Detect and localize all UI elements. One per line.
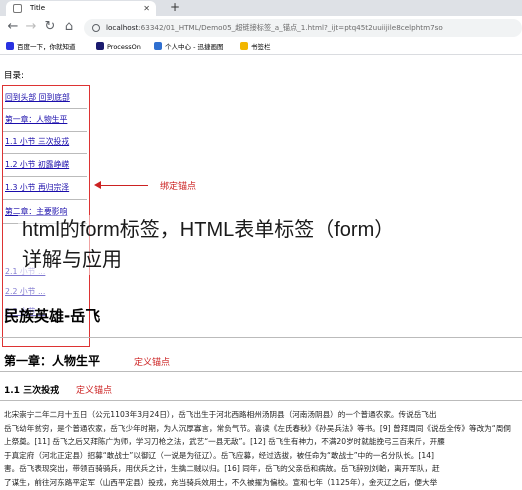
close-tab-icon[interactable]: ✕ <box>143 1 150 16</box>
divider <box>0 400 522 401</box>
browser-titlebar: Title ✕ + <box>0 0 522 16</box>
toc-link-2-2[interactable]: 2.2 小节 ... <box>5 286 45 297</box>
browser-toolbar: ← → ↻ ⌂ localhost:63342/01_HTML/Demo05_超… <box>0 16 522 40</box>
forward-icon[interactable]: → <box>22 18 40 36</box>
divider <box>3 176 87 177</box>
page-icon <box>13 4 22 13</box>
folder-icon <box>240 42 248 50</box>
divider <box>3 108 87 109</box>
article-paragraph: 北宋崇宁二年二月十五日（公元1103年3月24日），岳飞出生于河北西路相州汤阴县… <box>4 410 511 487</box>
toc-link-1-1[interactable]: 1.1 小节 三次投戎 <box>5 136 69 147</box>
back-icon[interactable]: ← <box>4 18 22 36</box>
processon-icon <box>96 42 104 50</box>
annotation-define-anchor: 定义锚点 <box>134 358 171 368</box>
divider <box>3 153 87 154</box>
tab-title: Title <box>30 4 46 12</box>
bookmark-baidu[interactable]: 百度一下，你就知道 <box>6 40 76 54</box>
toc-link-1-2[interactable]: 1.2 小节 初露峥嵘 <box>5 159 69 170</box>
paw-icon <box>6 42 14 50</box>
page-heading: 民族英雄-岳飞 <box>4 307 101 325</box>
url-text: localhost:63342/01_HTML/Demo05_超链接标签_a_锚… <box>106 23 443 32</box>
bookmark-xunjie[interactable]: 个人中心 - 迅捷画图 <box>154 40 223 54</box>
annotation-bind-anchor: 绑定锚点 <box>160 182 197 192</box>
page-content: 目录: 回到头部 回到底部 第一章：人物生平 1.1 小节 三次投戎 1.2 小… <box>0 55 522 490</box>
divider <box>3 199 87 200</box>
info-icon[interactable] <box>92 24 100 32</box>
browser-tab[interactable]: Title ✕ <box>6 1 156 16</box>
toc-link-chapter1[interactable]: 第一章：人物生平 <box>5 114 67 125</box>
divider <box>3 131 87 132</box>
annotation-define-anchor-2: 定义锚点 <box>76 386 113 396</box>
person-icon <box>154 42 162 50</box>
bookmark-folder[interactable]: 书签栏 <box>240 40 271 54</box>
annotation-arrow <box>94 181 148 189</box>
bookmark-processon[interactable]: ProcessOn <box>96 40 141 54</box>
divider <box>0 371 522 372</box>
new-tab-icon[interactable]: + <box>170 0 180 15</box>
toc-label: 目录: <box>4 71 24 81</box>
chapter-heading: 第一章：人物生平 <box>4 354 101 368</box>
divider <box>0 337 522 338</box>
bookmarks-bar: 百度一下，你就知道 ProcessOn 个人中心 - 迅捷画图 书签栏 <box>0 40 522 55</box>
reload-icon[interactable]: ↻ <box>41 18 59 36</box>
toc-link-1-3[interactable]: 1.3 小节 再归宗泽 <box>5 182 69 193</box>
home-icon[interactable]: ⌂ <box>60 18 78 36</box>
section-heading: 1.1 三次投戎 <box>4 386 60 396</box>
address-bar[interactable]: localhost:63342/01_HTML/Demo05_超链接标签_a_锚… <box>84 19 522 37</box>
toc-link-top-bottom[interactable]: 回到头部 回到底部 <box>5 92 70 103</box>
overlay-title: html的form标签，HTML表单标签（form） 详解与应用 <box>18 215 399 275</box>
